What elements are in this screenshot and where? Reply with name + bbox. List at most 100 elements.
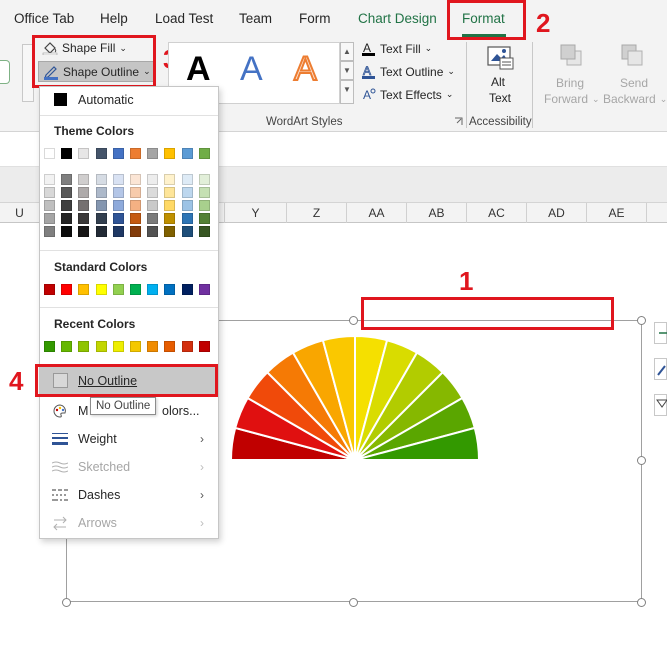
theme-shade-swatch[interactable] — [181, 213, 193, 224]
theme-shade-swatch[interactable] — [78, 187, 90, 198]
tab-chart-design[interactable]: Chart Design — [358, 11, 437, 26]
theme-shade-swatch[interactable] — [181, 226, 193, 237]
theme-shade-swatch[interactable] — [61, 200, 73, 211]
theme-shade-swatch[interactable] — [61, 213, 73, 224]
send-backward-button[interactable]: Send Backward ⌄ — [603, 42, 667, 108]
theme-color-swatch[interactable] — [44, 148, 55, 159]
theme-color-swatch[interactable] — [95, 148, 107, 159]
arrows-item[interactable]: Arrows › — [40, 510, 218, 536]
theme-shade-swatch[interactable] — [130, 200, 141, 211]
theme-shade-swatch[interactable] — [130, 213, 141, 224]
chart-elements-button[interactable] — [654, 322, 667, 344]
standard-color-swatch[interactable] — [130, 284, 141, 295]
theme-shade-swatch[interactable] — [44, 213, 55, 224]
theme-shade-swatch[interactable] — [44, 187, 55, 198]
theme-shade-swatch[interactable] — [61, 174, 73, 185]
theme-color-swatch[interactable] — [61, 148, 73, 159]
theme-shade-swatch[interactable] — [112, 226, 124, 237]
standard-color-swatch[interactable] — [198, 284, 210, 295]
theme-shade-swatch[interactable] — [112, 213, 124, 224]
theme-shade-swatch[interactable] — [78, 174, 90, 185]
theme-shade-swatch[interactable] — [181, 200, 193, 211]
weight-item[interactable]: Weight › — [40, 426, 218, 452]
theme-shade-swatch[interactable] — [147, 213, 159, 224]
automatic-color-item[interactable]: Automatic — [40, 87, 218, 113]
tab-form[interactable]: Form — [299, 11, 331, 26]
recent-color-swatch[interactable] — [147, 341, 159, 352]
recent-color-swatch[interactable] — [78, 341, 90, 352]
column-header[interactable]: AC — [467, 203, 527, 223]
theme-shade-swatch[interactable] — [95, 226, 107, 237]
theme-shade-swatch[interactable] — [112, 187, 124, 198]
resize-handle[interactable] — [637, 316, 646, 325]
theme-color-swatch[interactable] — [130, 148, 141, 159]
theme-shade-swatch[interactable] — [147, 200, 159, 211]
text-effects-button[interactable]: A Text Effects ⌄ — [361, 87, 453, 103]
theme-shade-swatch[interactable] — [198, 174, 210, 185]
bring-forward-button[interactable]: Bring Forward ⌄ — [540, 42, 600, 108]
resize-handle[interactable] — [349, 598, 358, 607]
standard-color-swatch[interactable] — [164, 284, 176, 295]
theme-shade-swatch[interactable] — [95, 187, 107, 198]
theme-shade-swatch[interactable] — [164, 213, 176, 224]
theme-shade-swatch[interactable] — [112, 174, 124, 185]
wordart-style-orange[interactable]: A — [293, 49, 318, 89]
theme-shade-swatch[interactable] — [198, 187, 210, 198]
tab-team[interactable]: Team — [239, 11, 272, 26]
theme-shade-swatch[interactable] — [181, 174, 193, 185]
theme-shade-swatch[interactable] — [147, 226, 159, 237]
text-outline-button[interactable]: A Text Outline ⌄ — [361, 64, 455, 79]
theme-shade-swatch[interactable] — [164, 200, 176, 211]
text-fill-button[interactable]: A Text Fill ⌄ — [361, 41, 432, 56]
theme-shade-swatch[interactable] — [78, 226, 90, 237]
gallery-expand[interactable]: ▼ — [340, 80, 354, 104]
column-header[interactable]: Z — [287, 203, 347, 223]
recent-color-swatch[interactable] — [181, 341, 193, 352]
standard-color-swatch[interactable] — [112, 284, 124, 295]
recent-color-swatch[interactable] — [164, 341, 176, 352]
theme-color-swatch[interactable] — [164, 148, 176, 159]
theme-shade-swatch[interactable] — [164, 187, 176, 198]
theme-shade-swatch[interactable] — [95, 174, 107, 185]
theme-shade-swatch[interactable] — [198, 226, 210, 237]
recent-color-swatch[interactable] — [44, 341, 55, 352]
resize-handle[interactable] — [349, 316, 358, 325]
theme-shade-swatch[interactable] — [164, 174, 176, 185]
theme-shade-swatch[interactable] — [130, 187, 141, 198]
tab-load-test[interactable]: Load Test — [155, 11, 213, 26]
recent-color-swatch[interactable] — [198, 341, 210, 352]
recent-color-swatch[interactable] — [130, 341, 141, 352]
recent-color-swatch[interactable] — [112, 341, 124, 352]
column-header[interactable]: AA — [347, 203, 407, 223]
chart-styles-button[interactable] — [654, 358, 667, 380]
standard-color-swatch[interactable] — [44, 284, 55, 295]
wordart-style-blue[interactable]: A — [240, 50, 263, 89]
resize-handle[interactable] — [637, 598, 646, 607]
theme-shade-swatch[interactable] — [44, 174, 55, 185]
gauge-chart[interactable] — [225, 330, 485, 465]
column-header[interactable]: AD — [527, 203, 587, 223]
dialog-launcher-icon[interactable] — [454, 117, 463, 126]
theme-color-swatch[interactable] — [198, 148, 210, 159]
theme-color-swatch[interactable] — [78, 148, 90, 159]
theme-shade-swatch[interactable] — [198, 213, 210, 224]
resize-handle[interactable] — [62, 598, 71, 607]
theme-shade-swatch[interactable] — [181, 187, 193, 198]
resize-handle[interactable] — [637, 456, 646, 465]
theme-shade-swatch[interactable] — [95, 200, 107, 211]
theme-shade-swatch[interactable] — [78, 200, 90, 211]
gallery-scroll-up[interactable]: ▲ — [340, 42, 354, 61]
recent-color-swatch[interactable] — [95, 341, 107, 352]
theme-shade-swatch[interactable] — [44, 226, 55, 237]
theme-shade-swatch[interactable] — [164, 226, 176, 237]
column-header[interactable]: AB — [407, 203, 467, 223]
theme-color-swatch[interactable] — [112, 148, 124, 159]
standard-color-swatch[interactable] — [181, 284, 193, 295]
theme-shade-swatch[interactable] — [95, 213, 107, 224]
tab-office-tab[interactable]: Office Tab — [14, 11, 74, 26]
recent-color-swatch[interactable] — [61, 341, 73, 352]
column-header[interactable]: Y — [225, 203, 287, 223]
theme-shade-swatch[interactable] — [147, 174, 159, 185]
gallery-scroll-down[interactable]: ▼ — [340, 61, 354, 80]
column-header[interactable]: U — [0, 203, 40, 223]
